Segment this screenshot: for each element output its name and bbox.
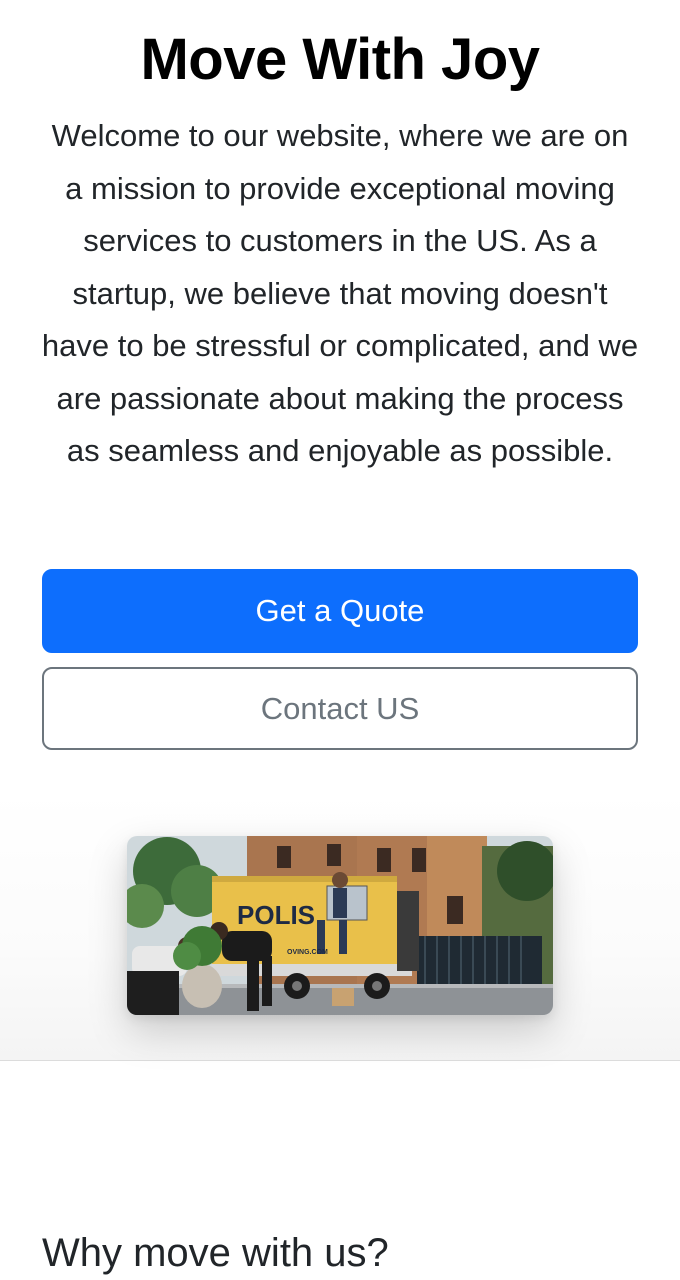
truck-small-text: OVING.COM <box>287 949 328 956</box>
hero-lead-text: Welcome to our website, where we are on … <box>41 118 639 468</box>
truck-brand-text: POLIS <box>237 900 315 930</box>
get-a-quote-button[interactable]: Get a Quote <box>42 569 638 653</box>
why-move-heading: Why move with us? <box>42 1231 389 1275</box>
contact-us-button[interactable]: Contact US <box>42 667 638 750</box>
page: Move With Joy Welcome to our website, wh… <box>0 0 680 1280</box>
moving-truck-image: POLIS OVING.COM <box>127 836 553 1015</box>
page-title: Move With Joy <box>140 27 540 92</box>
